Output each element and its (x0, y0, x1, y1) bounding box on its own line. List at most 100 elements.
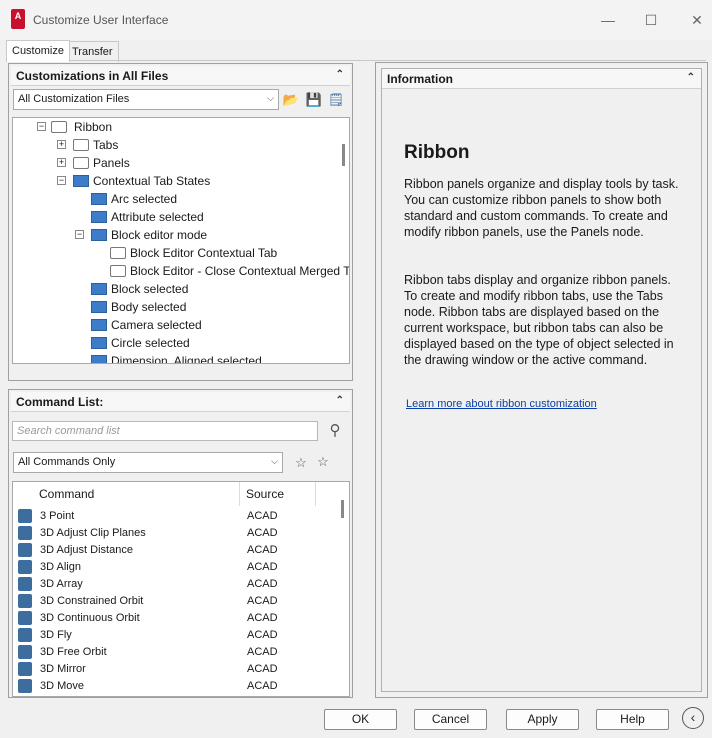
command-source: ACAD (247, 680, 278, 692)
command-name: 3 Point (40, 510, 75, 522)
command-list-header-label: Command List: (16, 395, 104, 409)
column-divider (239, 482, 240, 506)
collapse-dialog-icon[interactable]: ‹ (682, 707, 704, 729)
tab-icon (110, 265, 126, 277)
title-bar: A Customize User Interface — ☐ ✕ (0, 0, 712, 40)
tree-label: Block Editor Contextual Tab (130, 246, 278, 260)
command-source: ACAD (247, 578, 278, 590)
load-partial-icon[interactable]: 🗒 (327, 91, 345, 109)
search-command-input[interactable]: Search command list (12, 421, 318, 441)
expand-node-icon[interactable]: + (57, 158, 66, 167)
save-icon[interactable]: 💾 (305, 91, 323, 109)
customizations-header: Customizations in All Files ⌃ (11, 66, 350, 86)
tree-label: Tabs (93, 138, 119, 152)
column-source[interactable]: Source (246, 487, 284, 501)
state-icon (91, 211, 107, 223)
expand-node-icon[interactable]: + (57, 140, 66, 149)
info-title: Ribbon (404, 142, 470, 163)
collapse-icon[interactable]: ⌃ (336, 395, 344, 406)
information-header: Information ⌃ (382, 69, 701, 89)
command-name: 3D Move (40, 680, 85, 692)
command-source: ACAD (247, 527, 278, 539)
file-select-value: All Customization Files (18, 93, 130, 105)
tab-divider (6, 60, 706, 61)
command-source: ACAD (247, 646, 278, 658)
command-name: 3D Array (40, 578, 83, 590)
column-command[interactable]: Command (39, 487, 94, 501)
command-source: ACAD (247, 629, 278, 641)
state-icon (91, 319, 107, 331)
autocad-logo-icon: A (11, 9, 25, 29)
collapse-icon[interactable]: ⌃ (687, 72, 695, 83)
apply-button[interactable]: Apply (506, 709, 579, 730)
customization-file-select[interactable]: All Customization Files ⌵ (13, 89, 279, 110)
customizations-header-label: Customizations in All Files (16, 69, 169, 83)
command-source: ACAD (247, 663, 278, 675)
folder-icon (51, 121, 67, 133)
command-source: ACAD (247, 612, 278, 624)
minimize-icon[interactable]: — (598, 10, 618, 30)
tree-label: Arc selected (111, 192, 178, 206)
tree-label: Body selected (111, 300, 187, 314)
help-button[interactable]: Help (596, 709, 669, 730)
tab-transfer[interactable]: Transfer (66, 41, 119, 62)
command-name: 3D Mirror (40, 663, 86, 675)
state-icon (91, 193, 107, 205)
table-row[interactable]: 3D Constrained Orbit ACAD (13, 593, 343, 610)
close-icon[interactable]: ✕ (687, 10, 707, 30)
table-row[interactable]: 3D Move ACAD (13, 678, 343, 695)
command-name: 3D Free Orbit (40, 646, 107, 658)
collapse-node-icon[interactable]: − (57, 176, 66, 185)
table-row[interactable]: 3D Mirror ACAD (13, 661, 343, 678)
command-source: ACAD (247, 595, 278, 607)
ok-button[interactable]: OK (324, 709, 397, 730)
collapse-node-icon[interactable]: − (75, 230, 84, 239)
state-icon (91, 229, 107, 241)
open-file-icon[interactable]: 📂 (282, 91, 300, 109)
tab-icon (110, 247, 126, 259)
command-list-header: Command List: ⌃ (11, 392, 350, 412)
customization-tree[interactable]: − Ribbon + Tabs + Panels − Contextual Ta… (12, 117, 350, 364)
command-source: ACAD (247, 510, 278, 522)
move-icon (18, 679, 32, 693)
table-row[interactable]: 3D Continuous Orbit ACAD (13, 610, 343, 627)
tree-label: Block Editor - Close Contextual Merged T… (130, 264, 350, 278)
table-row[interactable]: 3D Free Orbit ACAD (13, 644, 343, 661)
adjust-clip-icon (18, 526, 32, 540)
new-command-icon[interactable]: ☆ (314, 453, 332, 471)
search-icon[interactable]: ⚲ (326, 422, 344, 440)
tree-label: Circle selected (111, 336, 190, 350)
learn-more-link[interactable]: Learn more about ribbon customization (406, 398, 597, 410)
command-list[interactable]: Command Source 3 Point ACAD 3D Adjust Cli… (12, 481, 350, 697)
command-filter-select[interactable]: All Commands Only ⌵ (13, 452, 283, 473)
table-row[interactable]: 3 Point ACAD (13, 508, 343, 525)
collapse-icon[interactable]: ⌃ (336, 69, 344, 80)
star-filter-icon[interactable]: ☆ (292, 454, 310, 472)
continuous-orbit-icon (18, 611, 32, 625)
cancel-button[interactable]: Cancel (414, 709, 487, 730)
table-row[interactable]: 3D Array ACAD (13, 576, 343, 593)
command-name: 3D Fly (40, 629, 72, 641)
folder-icon (73, 157, 89, 169)
collapse-node-icon[interactable]: − (37, 122, 46, 131)
adjust-distance-icon (18, 543, 32, 557)
tree-label: Ribbon (74, 120, 113, 134)
3-point-icon (18, 509, 32, 523)
maximize-icon[interactable]: ☐ (641, 10, 661, 30)
information-panel: Information ⌃ Ribbon Ribbon panels organ… (375, 62, 708, 698)
command-name: 3D Continuous Orbit (40, 612, 140, 624)
contextual-states-icon (73, 175, 89, 187)
window-title: Customize User Interface (33, 13, 169, 27)
command-source: ACAD (247, 561, 278, 573)
information-header-label: Information (387, 72, 453, 86)
tree-label: Attribute selected (111, 210, 204, 224)
state-icon (91, 283, 107, 295)
table-row[interactable]: 3D Align ACAD (13, 559, 343, 576)
table-row[interactable]: 3D Adjust Clip Planes ACAD (13, 525, 343, 542)
tree-scrollbar[interactable] (342, 144, 345, 166)
table-row[interactable]: 3D Adjust Distance ACAD (13, 542, 343, 559)
table-row[interactable]: 3D Fly ACAD (13, 627, 343, 644)
tab-customize[interactable]: Customize (6, 40, 70, 62)
command-name: 3D Adjust Distance (40, 544, 133, 556)
folder-icon (73, 139, 89, 151)
